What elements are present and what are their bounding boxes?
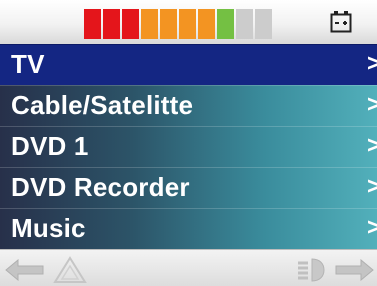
menu-item-dvd-recorder[interactable]: DVD Recorder > bbox=[0, 167, 377, 208]
menu-item-label: Cable/Satelitte bbox=[11, 90, 194, 120]
menu-item-music[interactable]: Music > bbox=[0, 208, 377, 249]
status-bar bbox=[0, 0, 377, 44]
signal-segment bbox=[122, 9, 139, 39]
battery-icon bbox=[330, 11, 352, 33]
chevron-right-icon: > bbox=[366, 132, 377, 159]
bottom-nav-bar bbox=[0, 249, 377, 286]
menu-item-dvd-1[interactable]: DVD 1 > bbox=[0, 126, 377, 167]
back-arrow-icon[interactable] bbox=[5, 259, 45, 281]
forward-arrow-icon[interactable] bbox=[334, 259, 374, 281]
menu-item-tv[interactable]: TV > bbox=[0, 44, 377, 85]
signal-segment bbox=[236, 9, 253, 39]
menu-item-cable-satellite[interactable]: Cable/Satelitte > bbox=[0, 85, 377, 126]
signal-segment bbox=[160, 9, 177, 39]
menu-item-label: DVD 1 bbox=[11, 131, 89, 161]
chevron-right-icon: > bbox=[366, 91, 377, 118]
signal-segment bbox=[103, 9, 120, 39]
menu-item-label: TV bbox=[11, 49, 45, 79]
device-menu: TV > Cable/Satelitte > DVD 1 > DVD Recor… bbox=[0, 44, 377, 249]
chevron-right-icon: > bbox=[366, 214, 377, 241]
light-icon[interactable] bbox=[296, 256, 326, 284]
menu-item-label: DVD Recorder bbox=[11, 172, 190, 202]
signal-segment bbox=[217, 9, 234, 39]
menu-item-label: Music bbox=[11, 213, 86, 243]
signal-segment bbox=[84, 9, 101, 39]
chevron-right-icon: > bbox=[366, 173, 377, 200]
signal-segment bbox=[255, 9, 272, 39]
chevron-right-icon: > bbox=[366, 50, 377, 77]
signal-segment bbox=[179, 9, 196, 39]
signal-strength-meter bbox=[84, 9, 272, 39]
signal-segment bbox=[198, 9, 215, 39]
signal-segment bbox=[141, 9, 158, 39]
remote-screen: TV > Cable/Satelitte > DVD 1 > DVD Recor… bbox=[0, 0, 377, 286]
warning-icon[interactable] bbox=[53, 256, 87, 284]
